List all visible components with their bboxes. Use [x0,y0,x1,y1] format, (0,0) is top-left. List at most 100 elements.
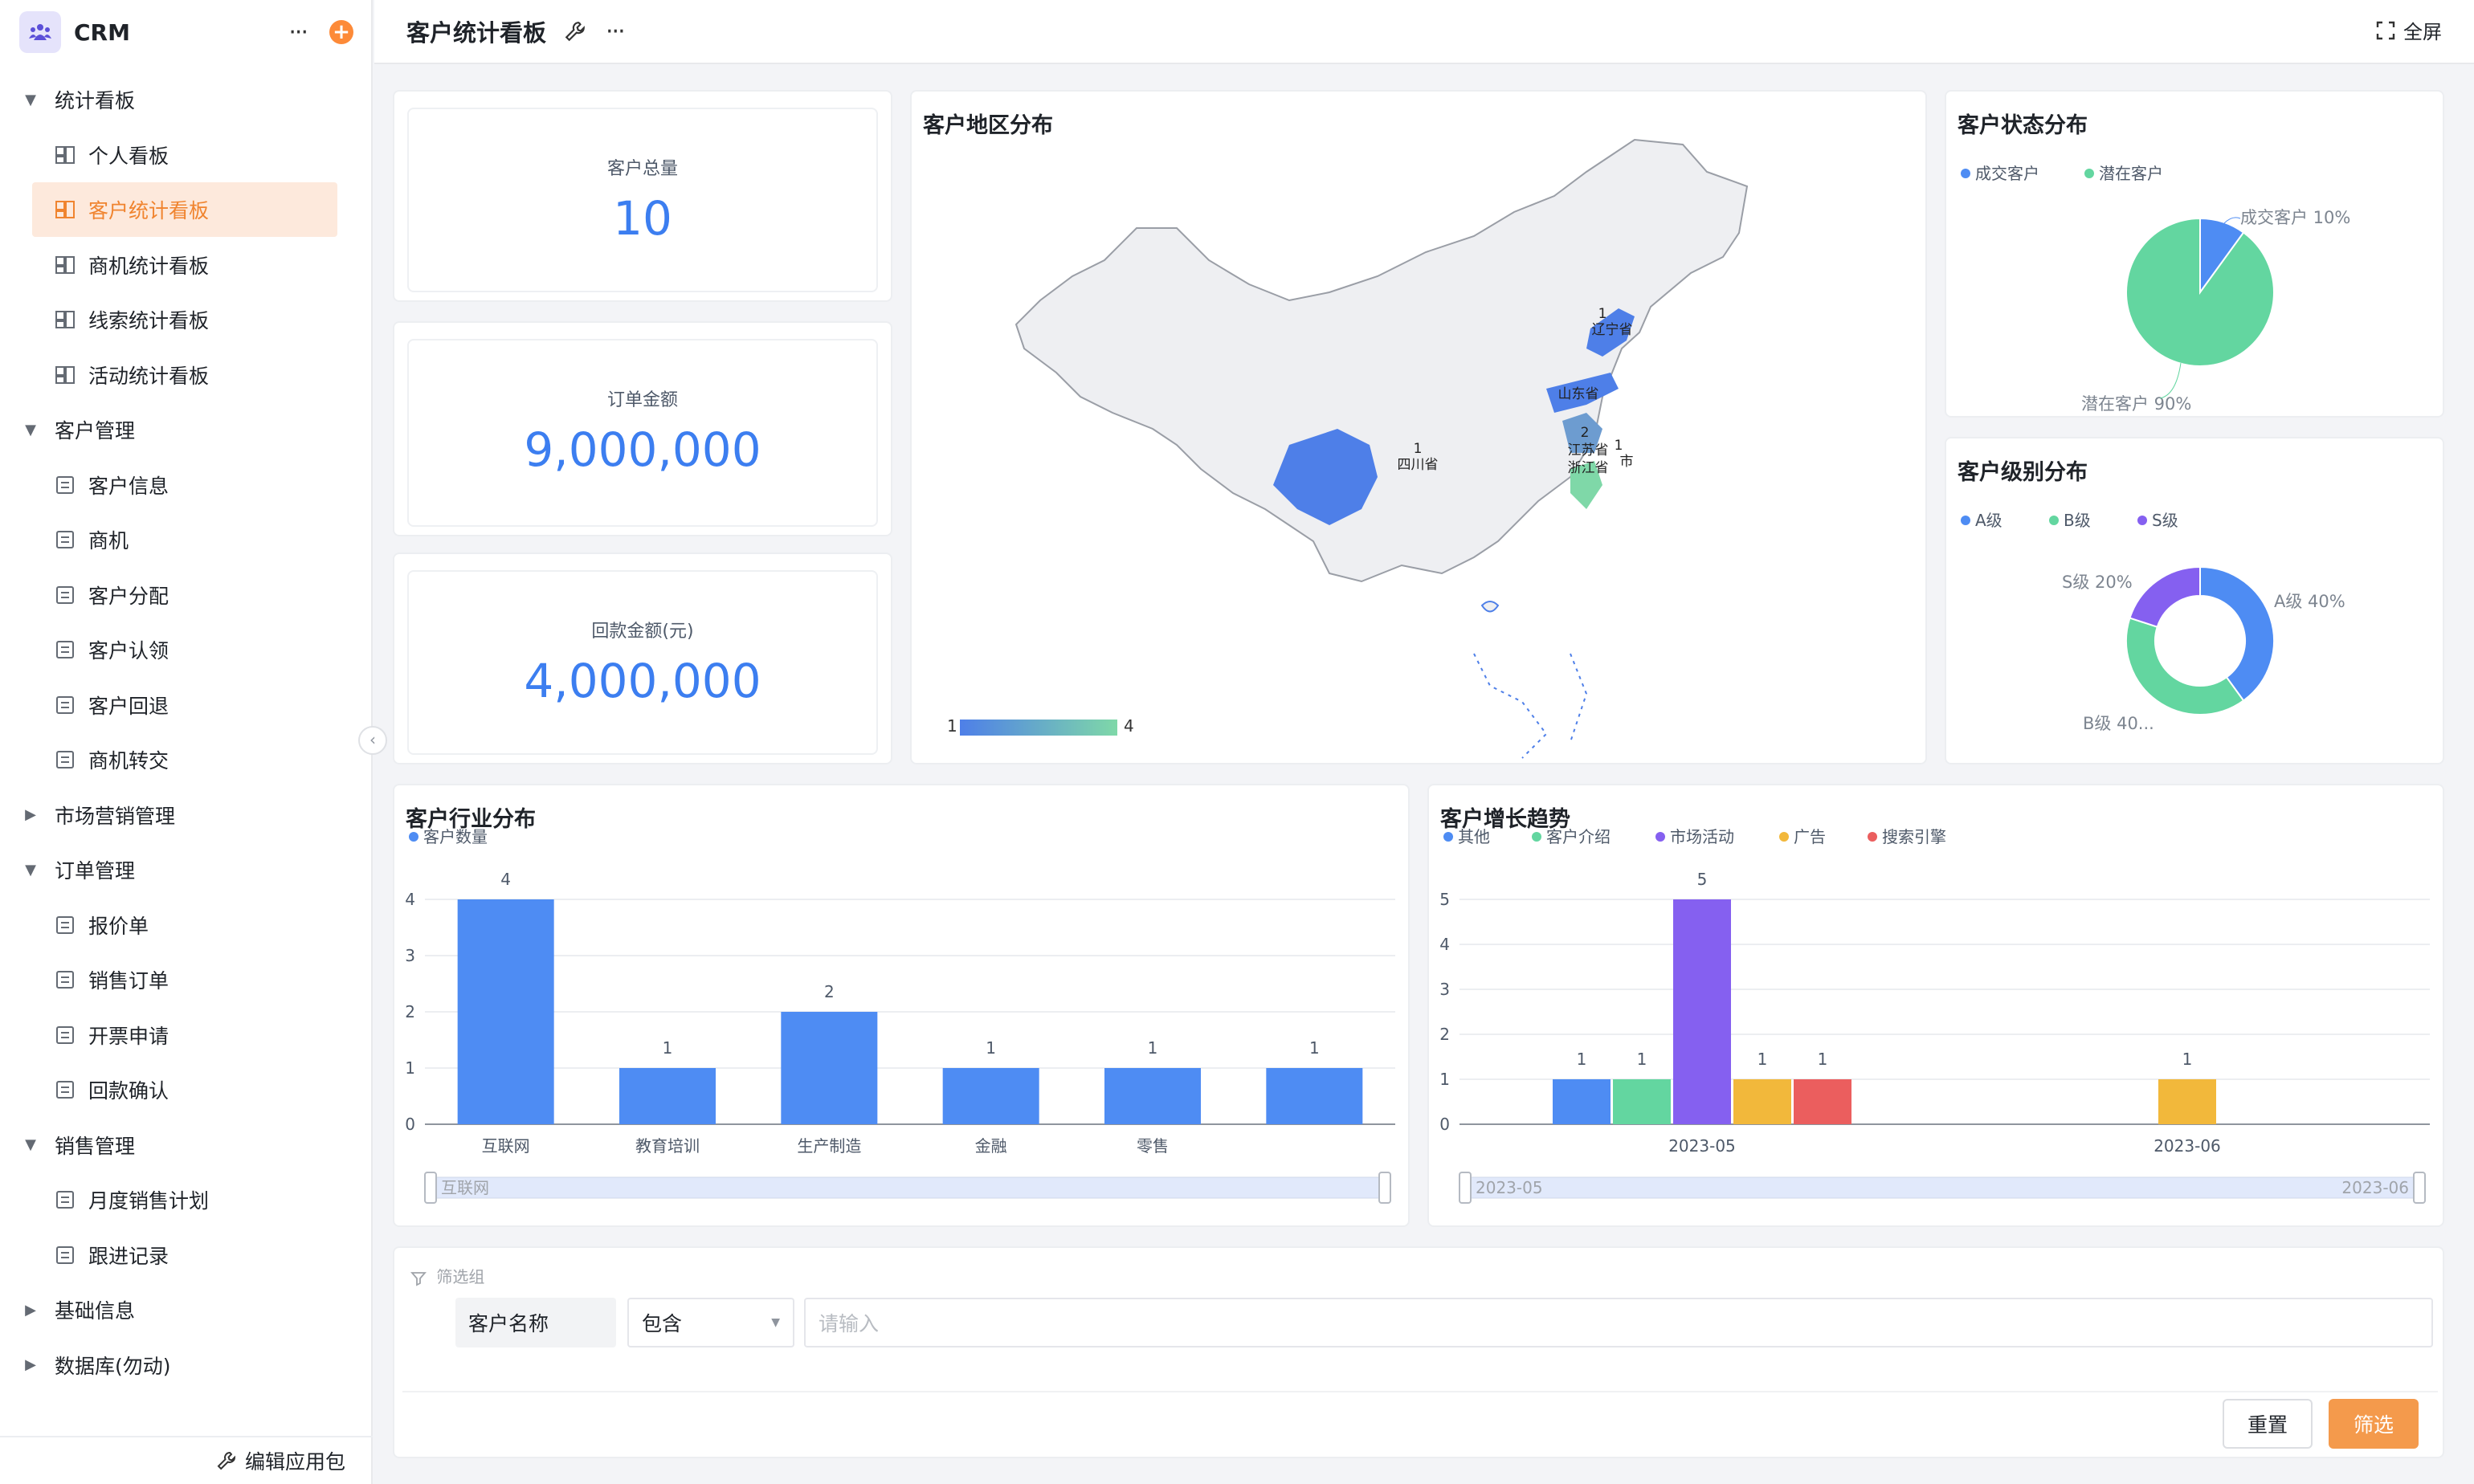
bar [619,1068,716,1124]
form-icon [56,641,74,659]
caret-down-icon[interactable]: ▼ [21,862,40,879]
bar-value-label: 4 [500,870,511,889]
map-value-shi: 1 [1615,438,1623,454]
bar-value-label: 1 [1577,1050,1587,1069]
caret-right-icon[interactable]: ▶ [21,806,40,823]
wrench-icon [217,1451,236,1470]
sidebar-item[interactable]: 商机 [0,512,373,568]
donut-label: B级 40... [2083,714,2154,733]
sidebar-item[interactable]: 报价单 [0,898,373,953]
sidebar-item[interactable]: 月度销售计划 [0,1172,373,1228]
legend-dot [1961,516,1970,525]
bar-value-label: 1 [1148,1038,1158,1058]
sidebar-item[interactable]: 活动统计看板 [0,348,373,403]
caret-down-icon[interactable]: ▼ [21,92,40,108]
sidebar-item[interactable]: 个人看板 [0,128,373,183]
form-icon [56,1025,74,1044]
pie-label: 潜在客户 90% [2081,394,2191,414]
caret-down-icon[interactable]: ▼ [21,1136,40,1153]
legend-dot [1655,832,1665,842]
app-logo-icon[interactable] [19,11,61,53]
y-tick-label: 2 [405,1002,415,1021]
pie-label: 成交客户 10% [2240,208,2350,227]
collapse-sidebar-button[interactable]: ‹ [358,726,387,755]
legend-label: A级 [1975,511,2002,530]
filter-field-name: 客户名称 [455,1298,616,1347]
sidebar-item[interactable]: 商机统计看板 [0,238,373,293]
sidebar-item-label: 数据库(勿动) [55,1354,171,1378]
sidebar-item[interactable]: ▼ 订单管理 [0,842,373,898]
sidebar-item[interactable]: 开票申请 [0,1008,373,1063]
legend-label: 搜索引擎 [1882,827,1946,846]
growth-bar-chart[interactable]: 其他 客户介绍 市场活动 广告 搜索引擎 0 1 2 3 4 5 1 1 5 1 1 2023-05 1 2023-… [1429,785,2446,1229]
sidebar-item[interactable]: 销售订单 [0,952,373,1008]
form-icon [56,531,74,549]
caret-down-icon[interactable]: ▼ [21,422,40,438]
donut-label: A级 40% [2274,592,2345,611]
divider [402,1391,2438,1392]
slider-label: 2023-05 [1476,1178,1543,1197]
more-icon[interactable]: ··· [288,18,308,47]
fullscreen-button[interactable]: 全屏 [2376,16,2442,44]
map-label-liaoning: 辽宁省 [1592,322,1633,338]
sidebar-item[interactable]: 客户分配 [0,568,373,623]
filter-submit-button[interactable]: 筛选 [2329,1399,2419,1449]
sidebar-item[interactable]: 客户回退 [0,678,373,733]
form-icon [56,475,74,494]
fullscreen-label: 全屏 [2403,21,2442,43]
dashboard-icon [55,365,75,384]
industry-bar-chart[interactable]: 客户数量 0 1 2 3 4 4 互联网 1 教育培训 2 生产制造 1 金融 1 零售 1 互联网 [394,785,1411,1229]
status-pie-chart[interactable]: 成交客户 潜在客户 成交客户 10% 潜在客户 90% [1946,92,2446,419]
map-value-liaoning: 1 [1598,306,1607,322]
legend-label: S级 [2152,511,2178,530]
sidebar-item[interactable]: 客户信息 [0,458,373,513]
sidebar-item[interactable]: ▼ 客户管理 [0,402,373,458]
sidebar-item[interactable]: ▶ 数据库(勿动) [0,1338,373,1393]
china-map[interactable]: 1 辽宁省 山东省 2 江苏省 1 市 浙江省 1 四川省 1 4 [912,92,1929,766]
bar-value-label: 1 [1758,1050,1768,1069]
chevron-down-icon: ▼ [771,1316,780,1329]
data-zoom-slider [429,1176,1386,1199]
donut-slice [2129,565,2201,628]
legend-dot [1868,832,1877,842]
sidebar-item[interactable]: 客户认领 [0,622,373,678]
sidebar-item[interactable]: ▼ 统计看板 [0,72,373,128]
sidebar-item[interactable]: 客户统计看板 [0,182,373,238]
more-icon[interactable]: ··· [606,18,626,46]
map-label-sichuan: 四川省 [1398,457,1439,473]
sidebar-item[interactable]: 回款确认 [0,1062,373,1118]
slider-handle [424,1172,437,1204]
slider-handle [1378,1172,1391,1204]
wrench-icon[interactable] [564,20,586,43]
reset-button[interactable]: 重置 [2223,1399,2313,1449]
sidebar-item[interactable]: ▶ 基础信息 [0,1282,373,1338]
bar-value-label: 1 [1637,1050,1647,1069]
legend-label: 成交客户 [1975,164,2039,183]
edit-app-package-button[interactable]: 编辑应用包 [0,1436,373,1484]
sidebar-item[interactable]: 跟进记录 [0,1228,373,1283]
level-donut-card: 客户级别分布 A级 B级 S级 A级 40% B级 40... S级 20% [1945,437,2444,764]
caret-right-icon[interactable]: ▶ [21,1302,40,1319]
sidebar-item[interactable]: 商机转交 [0,732,373,788]
map-value-jiangsu: 2 [1581,425,1590,441]
industry-bar-card: 客户行业分布 客户数量 0 1 2 3 4 4 互联网 1 教育培训 2 生产制造 1 金融 1 零售 1 互联网 [393,784,1410,1227]
bar [781,1012,878,1124]
sidebar-item[interactable]: 线索统计看板 [0,292,373,348]
filter-value-input[interactable]: 请输入 [804,1298,2433,1347]
pie-slice [2125,217,2275,367]
bar-value-label: 1 [2182,1050,2193,1069]
y-tick-label: 1 [405,1058,415,1078]
sidebar-item[interactable]: ▼ 销售管理 [0,1118,373,1173]
legend-label: 客户数量 [423,827,488,846]
bar-value-label: 1 [1309,1038,1320,1058]
level-donut-chart[interactable]: A级 B级 S级 A级 40% B级 40... S级 20% [1946,438,2446,766]
slider-label: 2023-06 [2341,1178,2409,1197]
filter-operator-select[interactable]: 包含 ▼ [627,1298,794,1347]
sidebar-item[interactable]: ▶ 市场营销管理 [0,788,373,843]
status-pie-card: 客户状态分布 成交客户 潜在客户 成交客户 10% 潜在客户 90% [1945,90,2444,418]
sidebar-item-label: 客户认领 [88,639,169,663]
add-icon[interactable]: + [329,20,353,44]
caret-right-icon[interactable]: ▶ [21,1356,40,1373]
top-bar: 客户统计看板 ··· 全屏 [374,0,2474,64]
donut-slice [2199,565,2275,702]
